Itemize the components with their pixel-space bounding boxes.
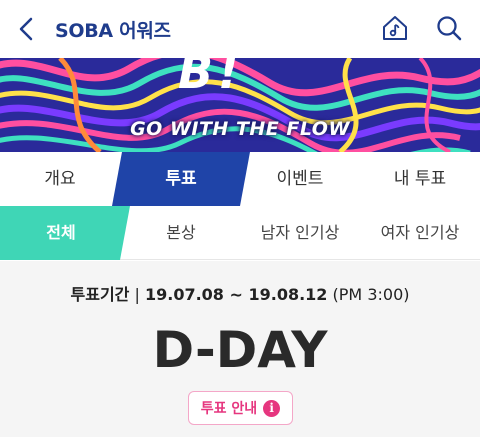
app-header: SOBA 어워즈	[0, 0, 480, 58]
vote-period: 투표기간 | 19.07.08 ~ 19.08.12 (PM 3:00)	[0, 281, 480, 305]
period-time: (PM 3:00)	[332, 285, 410, 304]
dday-display: D-DAY	[153, 321, 329, 379]
subtab-female-popularity[interactable]: 여자 인기상	[360, 206, 480, 260]
music-home-icon[interactable]	[380, 13, 410, 43]
period-divider: |	[134, 285, 145, 304]
subtab-main-award[interactable]: 본상	[122, 206, 240, 260]
tab-overview[interactable]: 개요	[0, 152, 120, 206]
search-icon[interactable]	[434, 13, 464, 43]
banner-slogan: GO WITH THE FLOW	[130, 118, 350, 140]
tab-vote[interactable]: 투표	[112, 152, 250, 206]
main-tab-bar: 개요 투표 이벤트 내 투표	[0, 152, 480, 206]
subtab-male-popularity[interactable]: 남자 인기상	[240, 206, 360, 260]
page-title: SOBA 어워즈	[55, 20, 171, 42]
vote-guide-button[interactable]: 투표 안내 i	[188, 391, 293, 425]
subtab-all[interactable]: 전체	[0, 206, 122, 260]
sub-tab-bar: 전체 본상 남자 인기상 여자 인기상	[0, 206, 480, 260]
period-value: 19.07.08 ~ 19.08.12	[144, 285, 328, 304]
event-banner[interactable]: B ! GO WITH THE FLOW	[0, 58, 480, 152]
tab-event[interactable]: 이벤트	[240, 152, 360, 206]
vote-guide-label: 투표 안내	[200, 401, 258, 417]
info-icon: i	[263, 399, 281, 417]
banner-logo: B	[178, 58, 213, 99]
chevron-left-icon[interactable]	[12, 14, 42, 44]
svg-text:!: !	[218, 58, 239, 99]
vote-content: 투표기간 | 19.07.08 ~ 19.08.12 (PM 3:00) D-D…	[0, 261, 480, 437]
period-label: 투표기간	[70, 285, 130, 304]
dday-text: D-DAY	[153, 321, 329, 379]
tab-my-vote[interactable]: 내 투표	[360, 152, 480, 206]
